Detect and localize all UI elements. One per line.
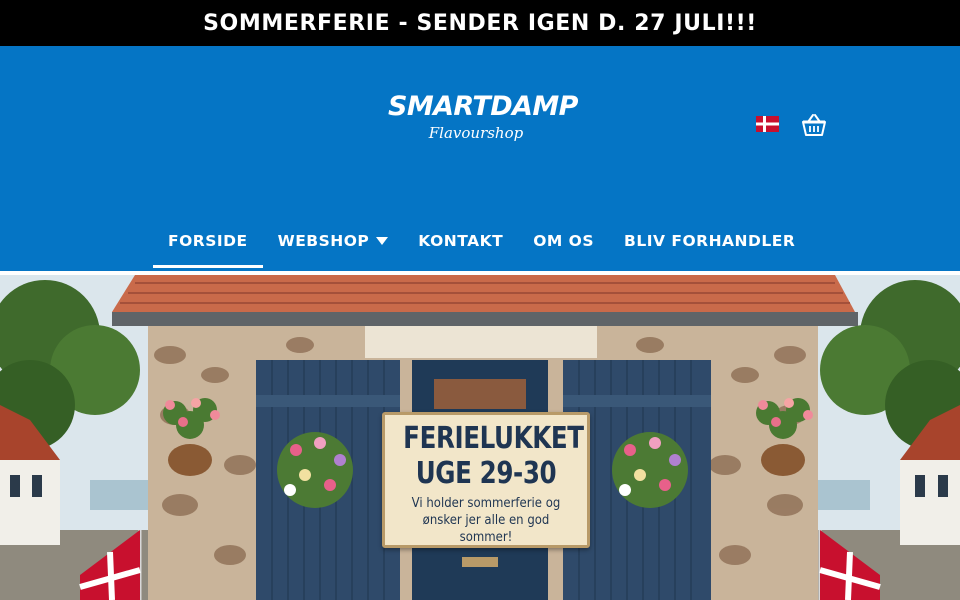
vacation-sign: FERIELUKKET UGE 29-30 Vi holder sommerfe…	[382, 412, 590, 548]
danish-flag-icon[interactable]	[756, 116, 779, 132]
caret-down-icon	[376, 237, 389, 245]
sign-message: Vi holder sommerferie og ønsker jer alle…	[411, 496, 561, 545]
announcement-bar: SOMMERFERIE - SENDER IGEN D. 27 JULI!!!	[0, 0, 960, 46]
nav-label: KONTAKT	[418, 232, 504, 250]
nav-item-webshop[interactable]: WEBSHOP	[263, 215, 404, 267]
hero-banner: FERIELUKKET UGE 29-30 Vi holder sommerfe…	[0, 275, 960, 600]
nav-item-om-os[interactable]: OM OS	[518, 215, 609, 267]
main-nav: FORSIDE WEBSHOP KONTAKT OM OS BLIV FORHA…	[153, 215, 810, 268]
basket-icon[interactable]	[801, 113, 827, 137]
nav-label: WEBSHOP	[277, 232, 370, 250]
nav-label: BLIV FORHANDLER	[624, 232, 796, 250]
nav-item-kontakt[interactable]: KONTAKT	[403, 215, 518, 267]
nav-item-forside[interactable]: FORSIDE	[153, 215, 263, 268]
nav-label: FORSIDE	[168, 232, 248, 250]
nav-label: OM OS	[533, 232, 595, 250]
sign-title: FERIELUKKET	[403, 421, 584, 456]
logo-sub-text: Flavourshop	[428, 124, 524, 142]
announcement-text: SOMMERFERIE - SENDER IGEN D. 27 JULI!!!	[203, 10, 757, 36]
logo-main-text: SMARTDAMP	[388, 91, 578, 122]
nav-item-bliv-forhandler[interactable]: BLIV FORHANDLER	[609, 215, 810, 267]
sign-subtitle: UGE 29-30	[415, 456, 557, 491]
site-header: SMARTDAMP Flavourshop FORSIDE WEBSHOP KO	[0, 46, 960, 271]
site-logo[interactable]: SMARTDAMP Flavourshop	[388, 90, 578, 156]
